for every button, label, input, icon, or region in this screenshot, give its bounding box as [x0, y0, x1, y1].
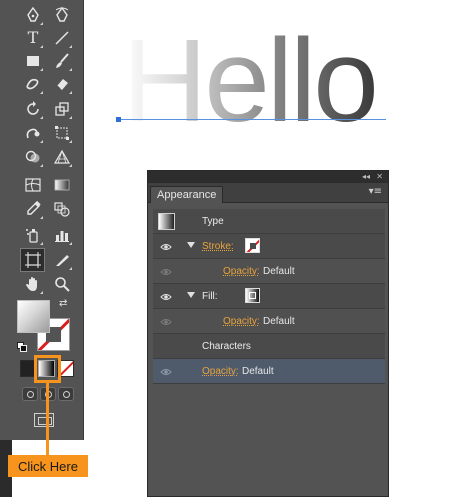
zoom-icon[interactable] — [51, 273, 73, 295]
opacity-link[interactable]: Opacity: — [202, 366, 239, 377]
free-transform-icon[interactable] — [51, 122, 73, 144]
draw-inside-icon[interactable] — [58, 387, 74, 401]
opacity-value: Default — [263, 316, 295, 327]
panel-title-bar: ◂◂ ✕ — [148, 171, 388, 183]
close-icon[interactable]: ✕ — [376, 172, 383, 182]
type-tool-glyph: T — [27, 28, 39, 47]
type-icon[interactable]: T — [22, 27, 44, 49]
slice-icon[interactable] — [51, 249, 73, 271]
rotate-icon[interactable] — [22, 98, 44, 120]
pen-icon[interactable] — [22, 4, 44, 26]
line-segment-icon[interactable] — [51, 27, 73, 49]
stroke-row[interactable]: Stroke: — [153, 234, 385, 259]
callout-label: Click Here — [8, 455, 88, 477]
swap-fill-stroke-icon[interactable]: ⇄ — [59, 298, 71, 310]
opacity-value: Default — [242, 366, 274, 377]
characters-opacity-row[interactable]: Opacity: Default — [153, 359, 385, 384]
paintbrush-icon[interactable] — [51, 50, 73, 72]
stroke-label[interactable]: Stroke: — [202, 241, 234, 252]
eye-icon[interactable] — [160, 240, 172, 252]
panel-tab-bar: Appearance ▾≡ — [148, 183, 388, 203]
eye-icon[interactable] — [160, 315, 172, 327]
symbol-sprayer-icon[interactable] — [22, 224, 44, 246]
eye-icon[interactable] — [160, 290, 172, 302]
perspective-grid-icon[interactable] — [51, 146, 73, 168]
highlight-box — [34, 355, 61, 383]
gradient-icon[interactable] — [51, 174, 73, 196]
default-fill-stroke-icon[interactable] — [17, 342, 28, 353]
characters-label: Characters — [202, 341, 251, 352]
draw-normal-icon[interactable] — [22, 387, 38, 401]
screen-mode-icon[interactable] — [34, 413, 54, 427]
opacity-link[interactable]: Opacity: — [223, 266, 260, 277]
fill-label: Fill: — [202, 291, 218, 302]
scale-icon[interactable] — [51, 98, 73, 120]
tab-appearance[interactable]: Appearance — [150, 186, 224, 203]
column-graph-icon[interactable] — [51, 224, 73, 246]
opacity-link[interactable]: Opacity: — [223, 316, 260, 327]
type-label: Type — [202, 216, 224, 227]
fill-swatch[interactable] — [17, 300, 50, 333]
shaper-icon[interactable] — [22, 73, 44, 95]
disclosure-triangle-icon[interactable] — [187, 242, 195, 248]
characters-row[interactable]: Characters — [153, 334, 385, 359]
opacity-value: Default — [263, 266, 295, 277]
curvature-pen-icon[interactable] — [51, 4, 73, 26]
text-anchor-point[interactable] — [116, 117, 121, 122]
eyedropper-icon[interactable] — [22, 198, 44, 220]
warp-icon[interactable] — [22, 122, 44, 144]
hand-icon[interactable] — [22, 273, 44, 295]
rectangle-icon[interactable] — [22, 50, 44, 72]
text-baseline — [118, 119, 386, 120]
stroke-opacity-row[interactable]: Opacity: Default — [153, 259, 385, 284]
panel-menu-icon[interactable]: ▾≡ — [369, 186, 382, 197]
fill-opacity-row[interactable]: Opacity: Default — [153, 309, 385, 334]
type-row[interactable]: Type — [153, 209, 385, 234]
fill-row[interactable]: Fill: — [153, 284, 385, 309]
stroke-color-swatch[interactable] — [245, 238, 260, 253]
shape-builder-icon[interactable] — [22, 146, 44, 168]
blend-icon[interactable] — [51, 198, 73, 220]
eraser-icon[interactable] — [51, 73, 73, 95]
illustrator-workspace: T ⇄ Click Here Hello ◂◂ ✕ Appearance ▾≡ … — [0, 0, 473, 497]
type-thumbnail — [158, 213, 175, 230]
artboard-icon[interactable] — [20, 248, 45, 272]
disclosure-triangle-icon[interactable] — [187, 292, 195, 298]
collapse-icon[interactable]: ◂◂ — [362, 172, 370, 182]
appearance-list: Type Stroke: Opacity: Default Fill: Opac… — [153, 209, 385, 384]
eye-icon[interactable] — [160, 265, 172, 277]
canvas-text[interactable]: Hello — [122, 22, 379, 140]
appearance-panel: ◂◂ ✕ Appearance ▾≡ Type Stroke: Opacity:… — [147, 170, 389, 497]
fill-gradient-swatch[interactable] — [245, 288, 260, 303]
callout-connector — [46, 383, 49, 455]
mesh-icon[interactable] — [22, 174, 44, 196]
eye-icon[interactable] — [160, 365, 172, 377]
